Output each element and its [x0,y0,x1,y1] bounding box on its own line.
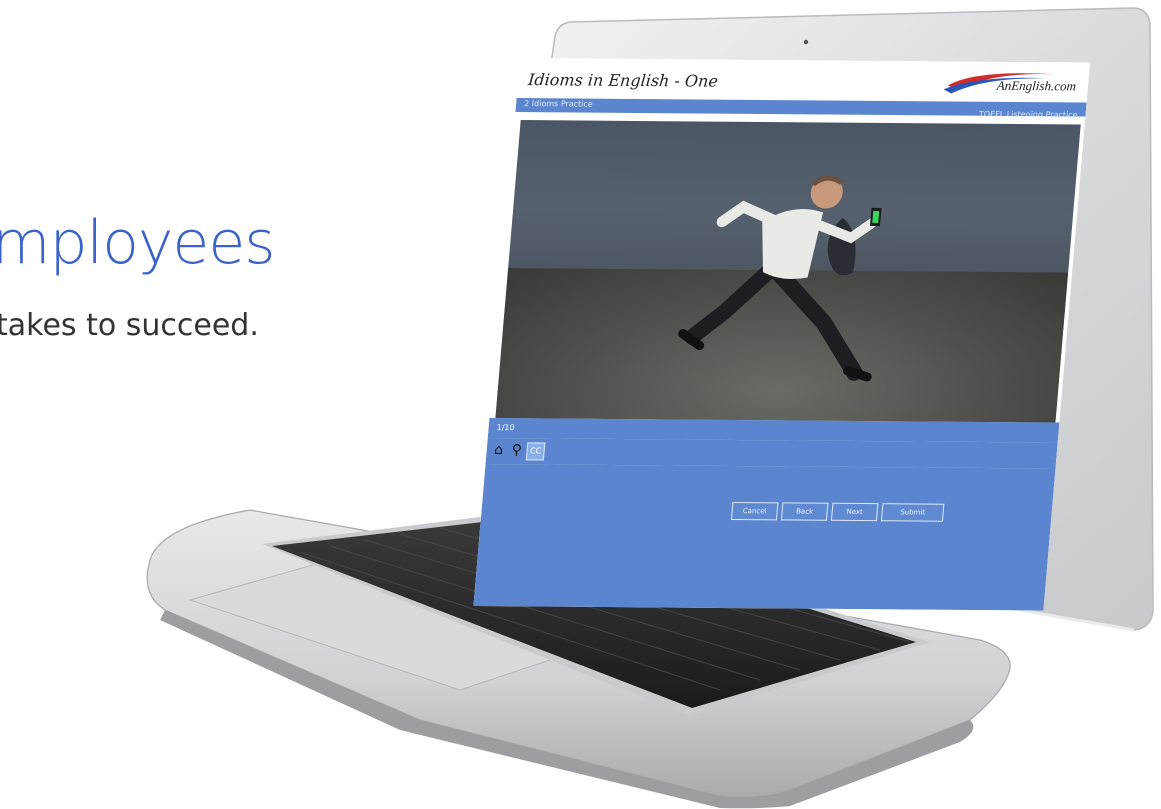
bottom-panel: Cancel Back Next Submit [473,464,1056,611]
caption-button[interactable]: CC [525,442,546,461]
running-businessman-illustration [678,175,882,382]
subheader-left: 2 Idioms Practice [523,99,594,109]
hero-photo [495,120,1081,423]
laptop-screen: Idioms in English - One AnEnglish.com 2 … [473,58,1090,611]
logo-text: AnEnglish.com [996,77,1077,94]
nav-button-group: Cancel Back Next Submit [730,502,945,522]
app-header: Idioms in English - One AnEnglish.com [516,58,1090,103]
laptop-illustration: Idioms in English - One AnEnglish.com 2 … [0,0,1161,809]
next-button[interactable]: Next [830,502,879,522]
back-button[interactable]: Back [780,502,829,521]
brand-logo[interactable]: AnEnglish.com [933,67,1078,98]
subheader-right: TOEFL Listening Practice [978,109,1078,120]
submit-button[interactable]: Submit [880,503,945,522]
search-icon[interactable]: ⚲ [508,442,525,458]
page-counter: 1/10 [496,423,515,433]
cancel-button[interactable]: Cancel [730,502,779,521]
app-title: Idioms in English - One [527,70,719,91]
home-icon[interactable]: ⌂ [490,442,507,458]
